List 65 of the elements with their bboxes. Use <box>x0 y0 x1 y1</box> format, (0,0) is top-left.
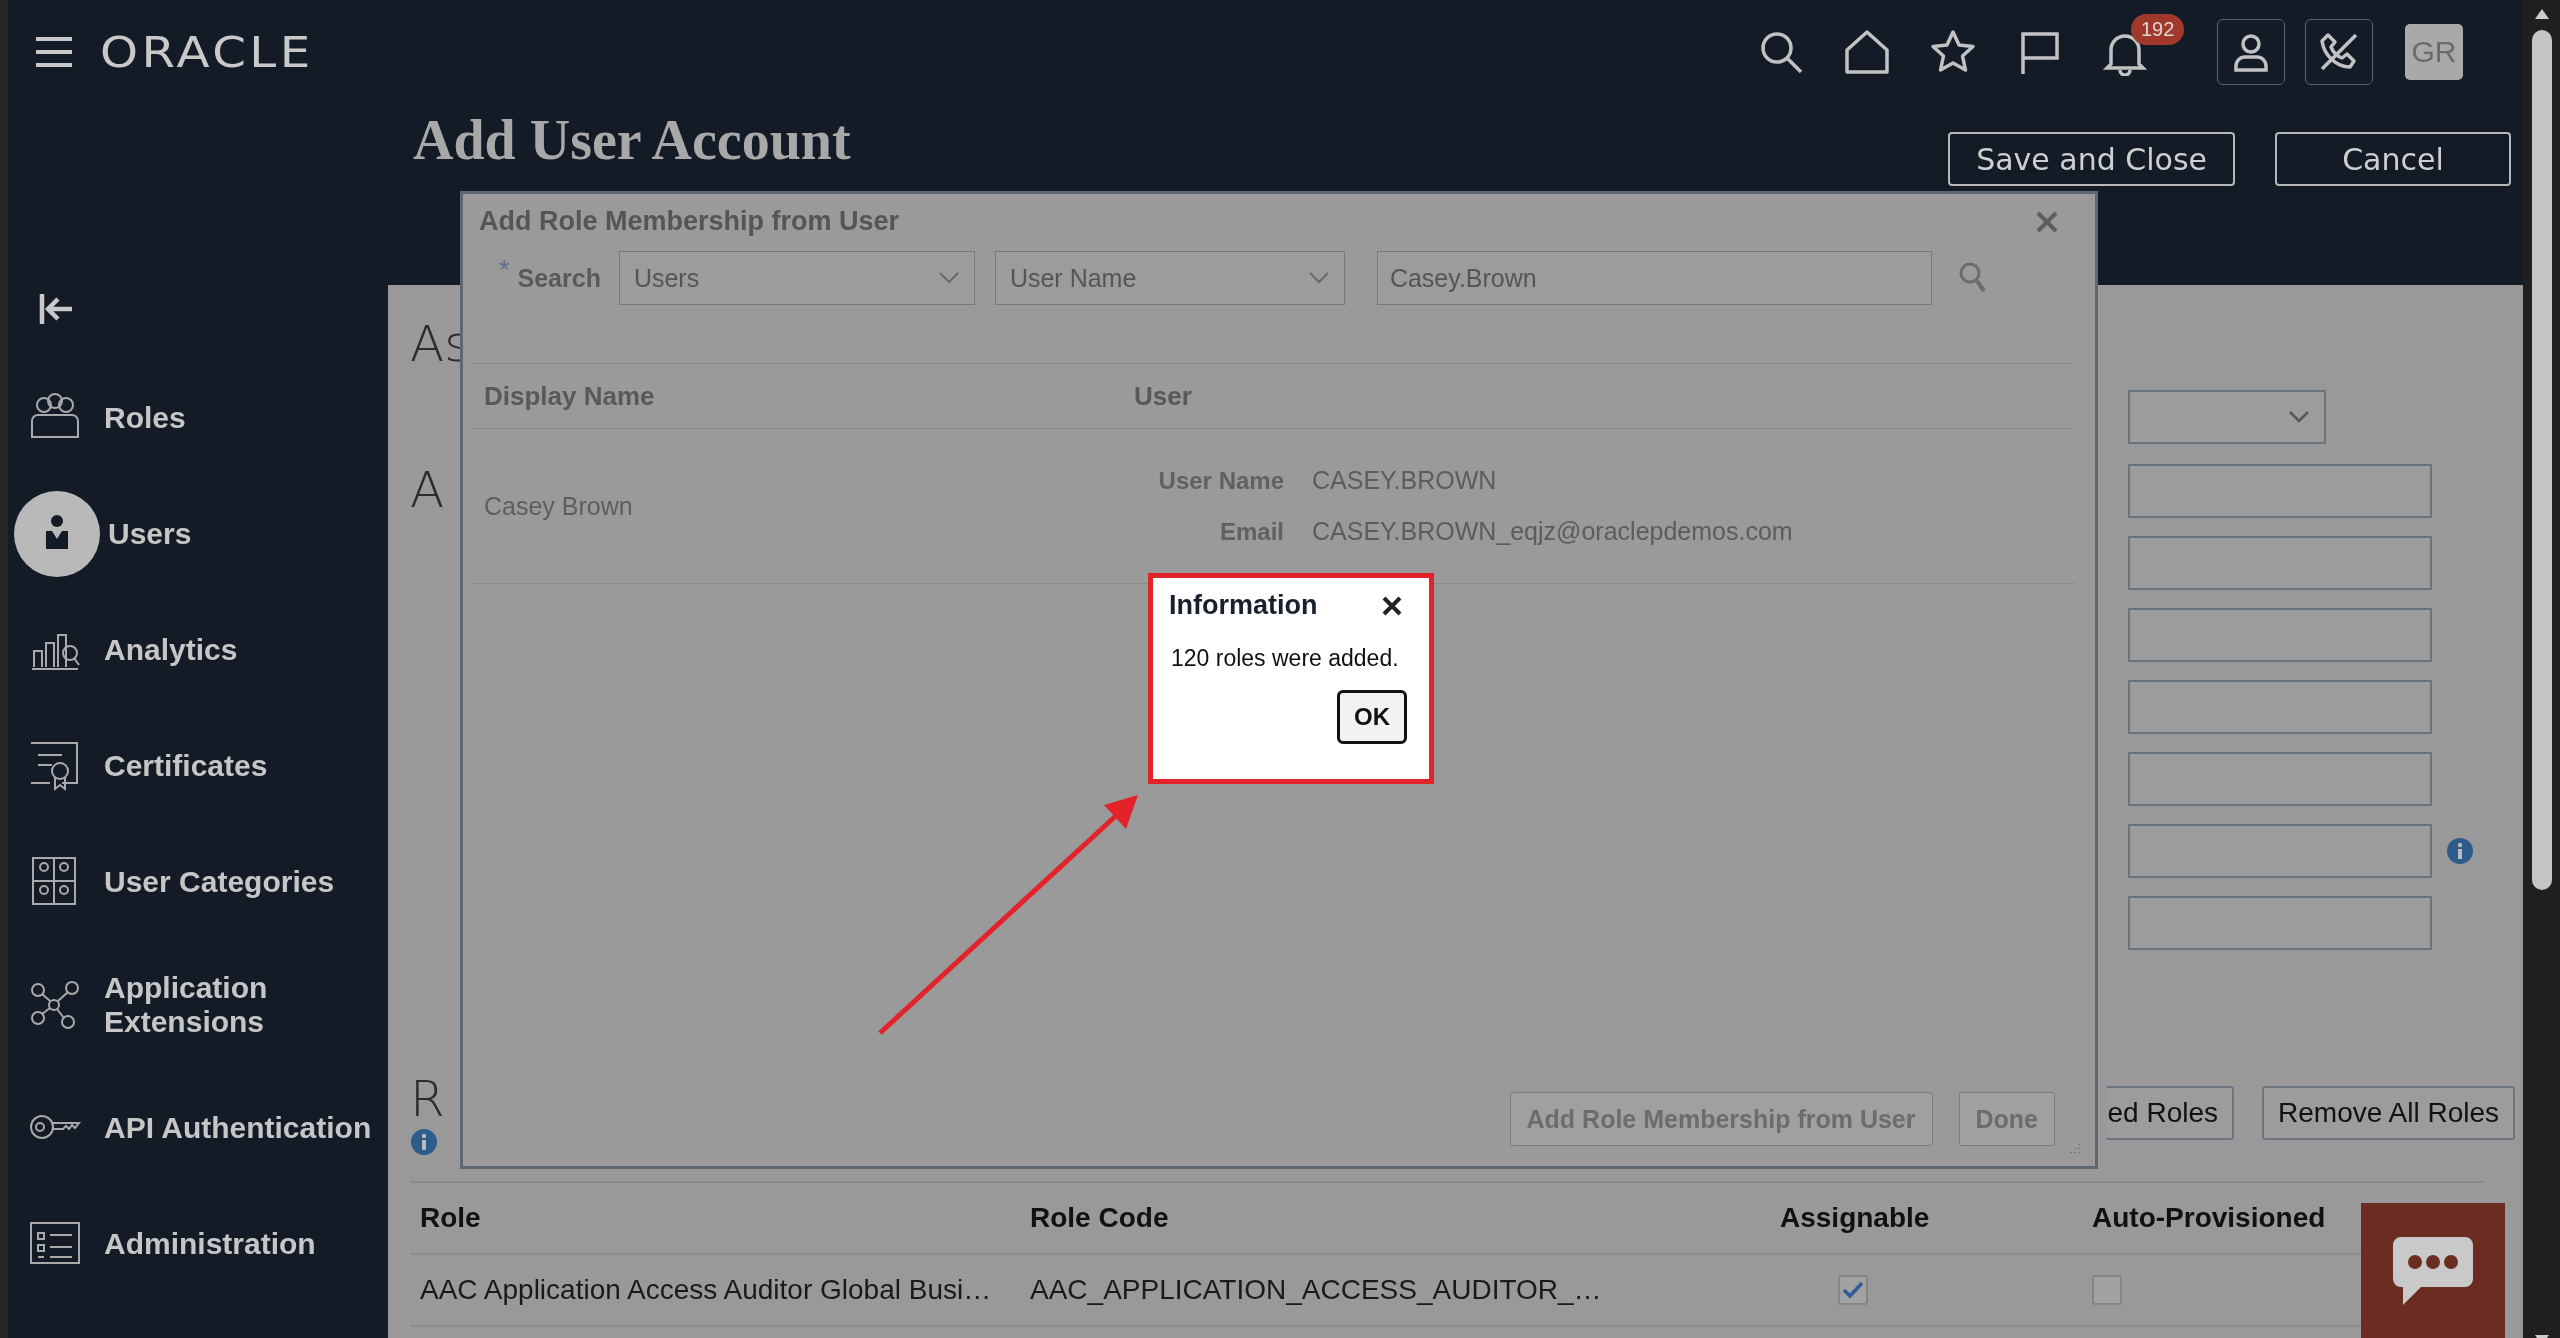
input-field[interactable] <box>2128 608 2432 662</box>
page-button[interactable]: Save and Close <box>1948 132 2235 186</box>
notification-count: 192 <box>2131 14 2185 45</box>
popup-title: Information <box>1169 590 1318 621</box>
search-label: Search <box>517 263 601 293</box>
network-icon <box>28 978 82 1032</box>
input-field[interactable] <box>2128 680 2432 734</box>
phone-off-icon <box>2318 31 2360 73</box>
chevron-down-icon <box>937 271 960 285</box>
input-field[interactable] <box>2128 752 2432 806</box>
column-header[interactable]: Assignable <box>1710 1202 1982 1234</box>
table-cell-text: AAC Application Access Auditor Global Busi… <box>420 1274 993 1306</box>
column-header[interactable]: Auto-Provisioned <box>1982 1202 2362 1234</box>
close-icon[interactable] <box>1381 594 1403 617</box>
person-icon <box>2231 32 2271 72</box>
chevron-down-icon <box>2288 410 2310 424</box>
chevron-down-icon <box>1307 271 1330 285</box>
roles-button[interactable]: ed Roles <box>2105 1086 2234 1140</box>
collapse-icon[interactable] <box>38 292 74 326</box>
home-icon[interactable] <box>1843 28 1891 76</box>
checkbox[interactable] <box>2092 1275 2122 1305</box>
oracle-logo[interactable]: ORACLE <box>100 27 314 77</box>
table-cell-text: Casey Brown <box>484 491 634 521</box>
chat-button[interactable] <box>2361 1203 2505 1338</box>
sidebar-item[interactable]: Administration <box>8 1186 378 1302</box>
scrollbar-thumb[interactable] <box>2531 30 2552 890</box>
checkbox[interactable] <box>1838 1275 1868 1305</box>
sidebar-item[interactable]: Analytics <box>8 592 378 708</box>
resize-grip-icon[interactable] <box>2067 1142 2081 1156</box>
field-label: Email <box>1218 517 1284 546</box>
menu-icon[interactable] <box>34 36 74 68</box>
column-header: User <box>1134 380 1193 412</box>
page-button[interactable]: Cancel <box>2275 132 2511 186</box>
section-heading: R <box>410 1070 446 1128</box>
input-field[interactable] <box>2128 464 2432 518</box>
sidebar-item[interactable]: Certificates <box>8 708 378 824</box>
column-header: Display Name <box>484 380 656 412</box>
speech-bubble-icon <box>2391 1234 2475 1307</box>
info-icon[interactable] <box>410 1128 438 1156</box>
phone-button[interactable] <box>2305 19 2373 85</box>
user-button[interactable] <box>2217 19 2285 85</box>
sidebar-item[interactable]: Application Extensions <box>8 940 378 1070</box>
dropdown-field[interactable] <box>2128 390 2326 444</box>
section-heading: A <box>410 461 446 519</box>
sidebar-item[interactable]: API Authentication <box>8 1070 378 1186</box>
sidebar-item[interactable]: Users <box>8 476 378 592</box>
field-value: CASEY.BROWN <box>1312 466 1498 495</box>
column-header[interactable]: Role <box>420 1202 1030 1234</box>
table-cell-text: AAC_APPLICATION_ACCESS_AUDITOR_… <box>1030 1274 1603 1306</box>
dialog-title: Add Role Membership from User <box>479 206 900 237</box>
roles-button[interactable]: Remove All Roles <box>2262 1086 2515 1140</box>
page-title: Add User Account <box>413 110 851 172</box>
input-field[interactable] <box>2128 824 2432 878</box>
ok-button[interactable]: OK <box>1337 690 1407 744</box>
field-label: User Name <box>1157 466 1284 495</box>
input-field[interactable] <box>2128 896 2432 950</box>
sidebar-item[interactable]: Roles <box>8 360 378 476</box>
column-header[interactable]: Role Code <box>1030 1202 1710 1234</box>
required-mark: * <box>499 255 510 286</box>
input-field[interactable] <box>2128 536 2432 590</box>
field-value: CASEY.BROWN_eqjz@oraclepdemos.com <box>1312 517 1794 546</box>
info-icon[interactable] <box>2446 837 2474 865</box>
sidebar-item[interactable]: User Categories <box>8 824 378 940</box>
popup-message: 120 roles were added. <box>1171 645 1400 672</box>
scroll-up-icon[interactable] <box>2533 8 2550 20</box>
